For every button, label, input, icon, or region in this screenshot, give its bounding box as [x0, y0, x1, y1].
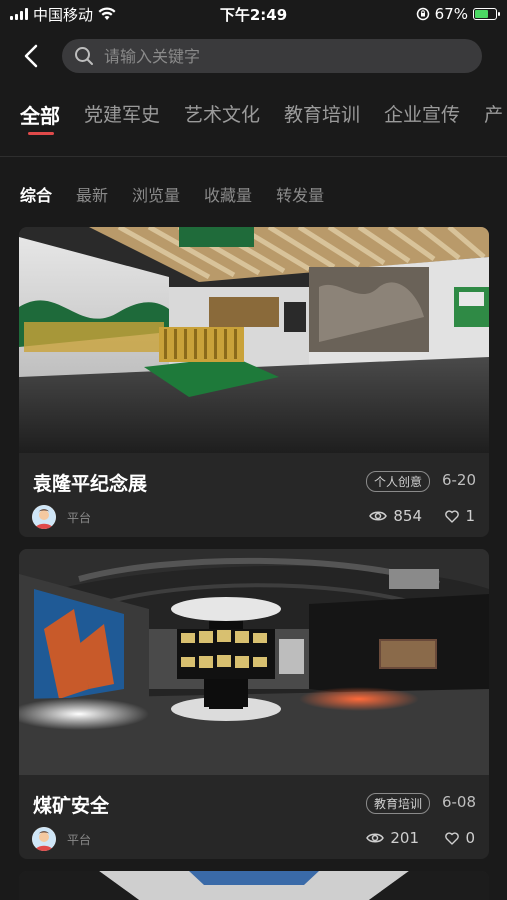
tab-product-partial[interactable]: 产	[484, 100, 503, 140]
back-button[interactable]	[0, 36, 62, 76]
tab-education-training[interactable]: 教育培训	[284, 100, 360, 140]
category-tag: 个人创意	[366, 471, 431, 492]
exhibit-card[interactable]: 袁隆平纪念展 个人创意 6-20 平台 854 1	[19, 227, 489, 537]
like-count-value: 0	[465, 829, 475, 847]
category-tabs: 全部 党建军史 艺术文化 教育培训 企业宣传 产	[20, 100, 507, 140]
tab-all[interactable]: 全部	[20, 100, 60, 140]
tab-corporate-promotion[interactable]: 企业宣传	[384, 100, 460, 140]
exhibit-card[interactable]	[19, 871, 489, 900]
battery-percent: 67%	[434, 5, 468, 23]
battery-icon	[473, 8, 500, 20]
category-tag: 教育培训	[366, 793, 431, 814]
card-info: 袁隆平纪念展 个人创意 6-20 平台 854 1	[19, 453, 489, 537]
author-name: 平台	[67, 833, 92, 847]
heart-icon	[445, 509, 460, 523]
status-left: 中国移动	[10, 4, 180, 25]
view-count: 201	[366, 829, 419, 847]
like-count[interactable]: 1	[445, 507, 475, 525]
like-count[interactable]: 0	[445, 829, 475, 847]
signal-icon	[10, 8, 28, 20]
sort-shares[interactable]: 转发量	[276, 182, 324, 206]
author-name: 平台	[67, 511, 92, 525]
active-tab-indicator	[28, 132, 54, 135]
sort-favorites[interactable]: 收藏量	[204, 182, 252, 206]
search-input[interactable]	[104, 46, 470, 66]
view-count-value: 201	[390, 829, 419, 847]
heart-icon	[445, 831, 460, 845]
eye-icon	[369, 511, 388, 521]
status-right: 67%	[327, 5, 500, 23]
like-count-value: 1	[465, 507, 475, 525]
exhibit-card[interactable]: 煤矿安全 教育培训 6-08 平台 201 0	[19, 549, 489, 859]
sort-tabs: 综合 最新 浏览量 收藏量 转发量	[20, 182, 324, 206]
tabs-divider	[0, 156, 507, 157]
exhibit-thumbnail[interactable]	[19, 227, 489, 453]
view-count-value: 854	[393, 507, 422, 525]
sort-comprehensive[interactable]: 综合	[20, 182, 52, 206]
card-info: 煤矿安全 教育培训 6-08 平台 201 0	[19, 775, 489, 859]
exhibit-title: 袁隆平纪念展	[33, 473, 148, 495]
exhibit-thumbnail[interactable]	[19, 549, 489, 775]
avatar	[32, 827, 56, 851]
search-header	[0, 36, 507, 76]
eye-icon	[366, 833, 385, 843]
orientation-lock-icon	[416, 7, 429, 21]
exhibit-title: 煤矿安全	[33, 795, 110, 817]
carrier-label: 中国移动	[33, 5, 94, 24]
view-count: 854	[369, 507, 422, 525]
tab-art-culture[interactable]: 艺术文化	[184, 100, 260, 140]
status-time: 下午2:49	[219, 5, 288, 24]
tab-party-military-history[interactable]: 党建军史	[84, 100, 160, 140]
chevron-left-icon	[24, 44, 38, 68]
status-bar: 中国移动 下午2:49 67%	[0, 0, 507, 28]
wifi-icon	[98, 7, 116, 20]
sort-views[interactable]: 浏览量	[132, 182, 180, 206]
publish-date: 6-08	[441, 793, 476, 811]
search-icon	[75, 47, 93, 65]
exhibit-thumbnail[interactable]	[19, 871, 489, 900]
tab-label: 全部	[20, 104, 60, 128]
search-bar[interactable]	[62, 39, 482, 73]
sort-latest[interactable]: 最新	[76, 182, 108, 206]
publish-date: 6-20	[441, 471, 476, 489]
avatar	[32, 505, 56, 529]
